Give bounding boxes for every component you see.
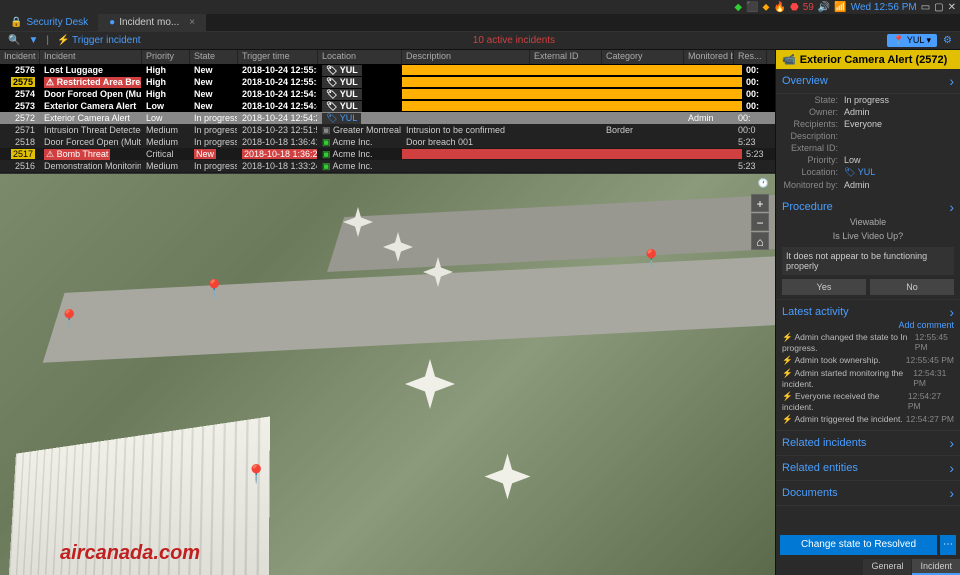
table-row[interactable]: 2576Lost LuggageHighNew2018-10-24 12:55:… xyxy=(0,64,775,76)
plane-icon xyxy=(380,229,416,265)
section-overview[interactable]: Overview xyxy=(776,69,960,94)
system-tray: ◆⬛⬥🔥⬣59🔊 📶 Wed 12:56 PM ▭▢✕ xyxy=(734,2,956,13)
search-icon[interactable]: 🔍 xyxy=(8,35,20,46)
activity-line: ⚡ Admin triggered the incident.12:54:27 … xyxy=(782,413,954,426)
map-zoom-out[interactable]: − xyxy=(751,213,769,231)
trigger-incident-button[interactable]: ⚡ Trigger incident xyxy=(57,35,141,46)
activity-line: ⚡ Everyone received the incident.12:54:2… xyxy=(782,390,954,413)
settings-icon[interactable]: ⚙ xyxy=(943,35,952,46)
change-state-dropdown[interactable]: ⋯ xyxy=(940,535,956,555)
location-tag[interactable]: 📍 YUL ▾ xyxy=(887,34,937,47)
add-comment-link[interactable]: Add comment xyxy=(898,320,954,330)
tab-bar: 🔒Security Desk ●Incident mo...× xyxy=(0,14,960,32)
minimize-icon[interactable]: ▭ xyxy=(921,2,930,13)
tab-general[interactable]: General xyxy=(863,559,911,575)
map-zoom-in[interactable]: + xyxy=(751,194,769,212)
tab-home[interactable]: 🔒Security Desk xyxy=(0,14,99,31)
grid-header: Incident ID Incident Priority State Trig… xyxy=(0,50,775,64)
incident-count: 10 active incidents xyxy=(149,35,880,46)
map-home[interactable]: ⌂ xyxy=(751,232,769,250)
plane-icon xyxy=(400,354,460,414)
table-row[interactable]: 2518Door Forced Open (Multiple AMediumIn… xyxy=(0,136,775,148)
clock-text: Wed 12:56 PM xyxy=(851,2,917,13)
section-related-entities[interactable]: Related entities xyxy=(776,456,960,481)
plane-icon xyxy=(340,204,376,240)
table-row[interactable]: 2574Door Forced Open (MultiHighNew2018-1… xyxy=(0,88,775,100)
activity-line: ⚡ Admin took ownership.12:55:45 PM xyxy=(782,354,954,367)
plane-icon xyxy=(480,449,535,504)
map-pin-orange[interactable]: 📍 xyxy=(640,249,662,270)
map-view[interactable]: aircanada.com 📍 📍 📍 📍 + − ⌂ 🕐 xyxy=(0,174,775,575)
change-state-button[interactable]: Change state to Resolved xyxy=(780,535,937,555)
yes-button[interactable]: Yes xyxy=(782,279,866,295)
tab-incident-monitor[interactable]: ●Incident mo...× xyxy=(99,14,206,31)
table-row[interactable]: 2572Exterior Camera AlertLowIn progress2… xyxy=(0,112,775,124)
dot-icon: ● xyxy=(109,17,115,28)
table-row[interactable]: 2516Demonstration MonitoringMediumIn pro… xyxy=(0,160,775,172)
section-latest-activity[interactable]: Latest activity Add comment ⚡ Admin chan… xyxy=(776,300,960,431)
os-menubar: ◆⬛⬥🔥⬣59🔊 📶 Wed 12:56 PM ▭▢✕ xyxy=(0,0,960,14)
activity-line: ⚡ Admin started monitoring the incident.… xyxy=(782,367,954,390)
toolbar: 🔍 ▼ | ⚡ Trigger incident 10 active incid… xyxy=(0,32,960,50)
map-pin-green[interactable]: 📍 xyxy=(203,279,225,300)
map-pin-yellow[interactable]: 📍 xyxy=(245,464,267,485)
section-documents[interactable]: Documents xyxy=(776,481,960,506)
section-related-incidents[interactable]: Related incidents xyxy=(776,431,960,456)
table-row[interactable]: 2517⚠ Bomb ThreatCriticalNew2018-10-18 1… xyxy=(0,148,775,160)
aircanada-logo: aircanada.com xyxy=(60,542,200,565)
camera-icon: 📹 xyxy=(782,53,796,66)
filter-icon[interactable]: ▼ xyxy=(28,35,38,46)
tab-incident[interactable]: Incident xyxy=(912,559,960,575)
no-button[interactable]: No xyxy=(870,279,954,295)
table-row[interactable]: 2571Intrusion Threat DetectedMediumIn pr… xyxy=(0,124,775,136)
detail-panel: 📹Exterior Camera Alert (2572) Overview S… xyxy=(775,50,960,575)
plane-icon xyxy=(420,254,456,290)
maximize-icon[interactable]: ▢ xyxy=(934,2,943,13)
map-clock: 🕐 xyxy=(758,178,769,189)
map-pin-white[interactable]: 📍 xyxy=(58,309,80,330)
incident-grid: Incident ID Incident Priority State Trig… xyxy=(0,50,775,174)
tab-close-icon[interactable]: × xyxy=(189,17,195,28)
table-row[interactable]: 2575⚠ Restricted Area BreachHighNew2018-… xyxy=(0,76,775,88)
alert-header: 📹Exterior Camera Alert (2572) xyxy=(776,50,960,69)
activity-line: ⚡ Admin changed the state to In progress… xyxy=(782,331,954,354)
lock-icon: 🔒 xyxy=(10,17,22,28)
procedure-note[interactable]: It does not appear to be functioning pro… xyxy=(782,247,954,275)
table-row[interactable]: 2573Exterior Camera AlertLowNew2018-10-2… xyxy=(0,100,775,112)
close-icon[interactable]: ✕ xyxy=(948,2,956,13)
section-procedure[interactable]: Procedure Viewable Is Live Video Up? It … xyxy=(776,195,960,300)
